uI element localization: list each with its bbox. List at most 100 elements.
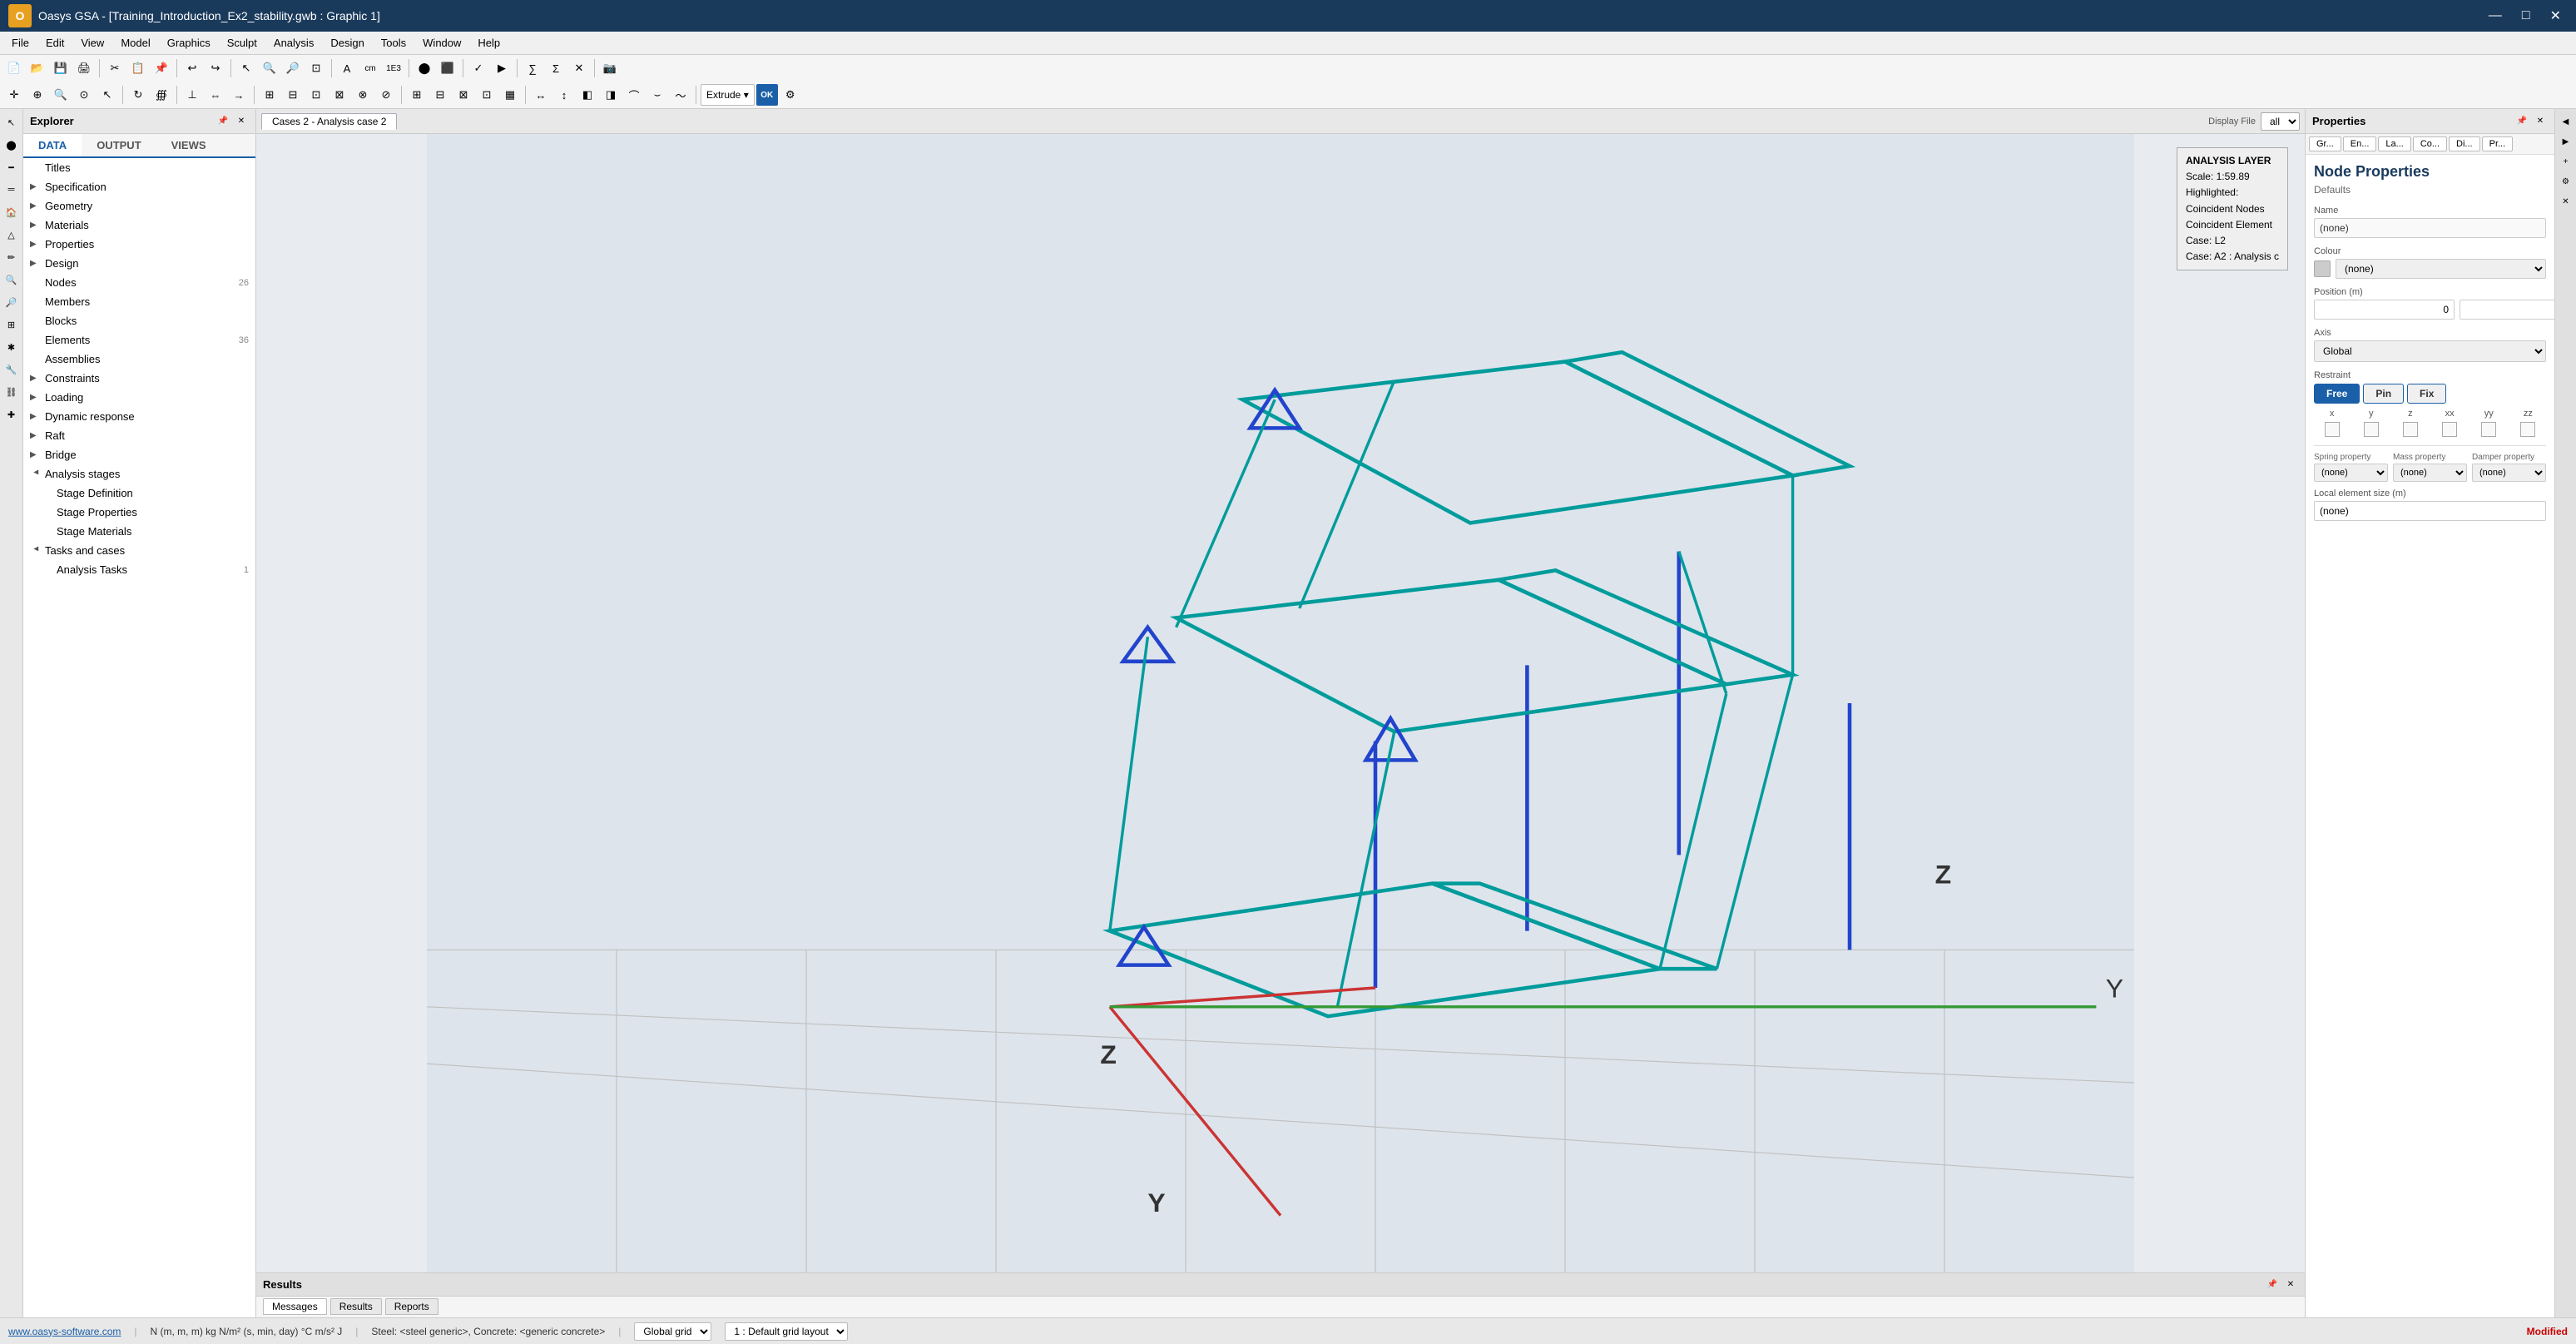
left-icon-wrench[interactable]: 🔧 xyxy=(2,360,22,379)
left-icon-grid[interactable]: ⊞ xyxy=(2,315,22,335)
left-icon-chain[interactable]: ⛓ xyxy=(2,382,22,402)
right-tab-1[interactable]: ◀ xyxy=(2557,112,2575,131)
left-icon-cross[interactable]: ✚ xyxy=(2,404,22,424)
tree-raft[interactable]: ▶ Raft xyxy=(23,426,255,445)
left-icon-zoom2[interactable]: 🔎 xyxy=(2,292,22,312)
name-input[interactable] xyxy=(2314,218,2546,238)
left-icon-select[interactable]: ↖ xyxy=(2,112,22,132)
tree-specification[interactable]: ▶ Specification xyxy=(23,177,255,196)
results-tab-reports[interactable]: Reports xyxy=(385,1298,438,1315)
tb2-display4[interactable]: ⊡ xyxy=(476,84,498,106)
cb-y[interactable] xyxy=(2364,422,2379,437)
tb-new[interactable]: 📄 xyxy=(3,57,25,79)
tb-zoom-out[interactable]: 🔎 xyxy=(282,57,304,79)
tree-geometry[interactable]: ▶ Geometry xyxy=(23,196,255,216)
results-close[interactable]: ✕ xyxy=(2283,1277,2298,1292)
props-tb-co[interactable]: Co... xyxy=(2413,136,2447,151)
colour-select[interactable]: (none) xyxy=(2336,259,2546,279)
tb2-3dview2[interactable]: ◨ xyxy=(600,84,622,106)
explorer-close[interactable]: ✕ xyxy=(234,114,249,129)
tb-save[interactable]: 💾 xyxy=(50,57,72,79)
results-tab-results[interactable]: Results xyxy=(330,1298,382,1315)
tree-nodes[interactable]: Nodes 26 xyxy=(23,273,255,292)
minimize-button[interactable]: — xyxy=(2482,6,2509,26)
tree-analysis-tasks[interactable]: Analysis Tasks 1 xyxy=(23,560,255,579)
menu-graphics[interactable]: Graphics xyxy=(159,34,219,52)
left-icon-node[interactable]: ⬤ xyxy=(2,135,22,155)
tree-tasks-and-cases[interactable]: ▼ Tasks and cases xyxy=(23,541,255,560)
tb-cut[interactable]: ✂ xyxy=(104,57,126,79)
spring-select[interactable]: (none) xyxy=(2314,464,2388,482)
tb2-display3[interactable]: ⊠ xyxy=(453,84,474,106)
cb-x[interactable] xyxy=(2325,422,2340,437)
props-close[interactable]: ✕ xyxy=(2533,114,2548,129)
tb2-rotate[interactable]: ↻ xyxy=(127,84,149,106)
props-tb-en[interactable]: En... xyxy=(2343,136,2377,151)
tb-run[interactable]: ▶ xyxy=(491,57,513,79)
menu-window[interactable]: Window xyxy=(414,34,469,52)
cb-yy[interactable] xyxy=(2481,422,2496,437)
tb2-3dview[interactable]: ◧ xyxy=(577,84,598,106)
local-size-input[interactable] xyxy=(2314,501,2546,521)
tb2-display5[interactable]: ▦ xyxy=(499,84,521,106)
mass-select[interactable]: (none) xyxy=(2393,464,2467,482)
menu-model[interactable]: Model xyxy=(112,34,158,52)
tb-elements[interactable]: ⬛ xyxy=(437,57,458,79)
tb2-target[interactable]: ⊙ xyxy=(73,84,95,106)
tb2-ok[interactable]: OK xyxy=(756,84,778,106)
left-icon-pen[interactable]: ✏ xyxy=(2,247,22,267)
menu-file[interactable]: File xyxy=(3,34,37,52)
props-tb-di[interactable]: Di... xyxy=(2449,136,2480,151)
tb2-move3[interactable]: ↔ xyxy=(530,84,552,106)
position-y[interactable] xyxy=(2460,300,2554,320)
explorer-pin[interactable]: 📌 xyxy=(215,114,230,129)
tb2-snap2[interactable]: ⊠ xyxy=(329,84,350,106)
menu-design[interactable]: Design xyxy=(322,34,372,52)
tree-members[interactable]: Members xyxy=(23,292,255,311)
tab-output[interactable]: OUTPUT xyxy=(82,134,156,156)
tree-blocks[interactable]: Blocks xyxy=(23,311,255,330)
tb-camera[interactable]: 📷 xyxy=(599,57,621,79)
tb-nodes[interactable]: ⬤ xyxy=(414,57,435,79)
menu-tools[interactable]: Tools xyxy=(373,34,414,52)
tb2-extrude[interactable]: Extrude ▾ xyxy=(701,84,755,106)
tree-titles[interactable]: Titles xyxy=(23,158,255,177)
tree-dynamic-response[interactable]: ▶ Dynamic response xyxy=(23,407,255,426)
tb-1e3[interactable]: 1E3 xyxy=(383,57,404,79)
tree-elements[interactable]: Elements 36 xyxy=(23,330,255,350)
right-tab-3[interactable]: + xyxy=(2557,152,2575,171)
tb-open[interactable]: 📂 xyxy=(27,57,48,79)
cb-xx[interactable] xyxy=(2442,422,2457,437)
left-icon-beam[interactable]: ═ xyxy=(2,180,22,200)
tree-constraints[interactable]: ▶ Constraints xyxy=(23,369,255,388)
tb2-display1[interactable]: ⊞ xyxy=(406,84,428,106)
tb2-deform[interactable]: ⊘ xyxy=(375,84,397,106)
tb2-cursor[interactable]: ↖ xyxy=(97,84,118,106)
restraint-pin[interactable]: Pin xyxy=(2363,384,2404,404)
tree-bridge[interactable]: ▶ Bridge xyxy=(23,445,255,464)
tb2-bend[interactable]: ⌒ xyxy=(623,84,645,106)
results-tab-messages[interactable]: Messages xyxy=(263,1298,327,1315)
display-mode-select[interactable]: all xyxy=(2261,112,2300,131)
props-tb-gr[interactable]: Gr... xyxy=(2309,136,2341,151)
tree-materials[interactable]: ▶ Materials xyxy=(23,216,255,235)
results-pin[interactable]: 📌 xyxy=(2265,1277,2280,1292)
tree-stage-properties[interactable]: Stage Properties xyxy=(23,503,255,522)
tb-undo[interactable]: ↩ xyxy=(181,57,203,79)
tb2-axis[interactable]: ⊥ xyxy=(181,84,203,106)
props-pin[interactable]: 📌 xyxy=(2514,114,2529,129)
tb-check[interactable]: ✓ xyxy=(468,57,489,79)
left-icon-house[interactable]: 🏠 xyxy=(2,202,22,222)
menu-analysis[interactable]: Analysis xyxy=(265,34,322,52)
tree-analysis-stages[interactable]: ▼ Analysis stages xyxy=(23,464,255,484)
tb2-grid[interactable]: ⊟ xyxy=(282,84,304,106)
tb-cm[interactable]: cm xyxy=(359,57,381,79)
tb-sum[interactable]: ∑ xyxy=(522,57,543,79)
status-layout-select[interactable]: 1 : Default grid layout xyxy=(725,1322,848,1341)
maximize-button[interactable]: □ xyxy=(2515,6,2537,26)
tb2-3d[interactable]: ∰ xyxy=(151,84,172,106)
tb2-layers[interactable]: ⊞ xyxy=(259,84,280,106)
tb-zoom-fit[interactable]: ⊡ xyxy=(305,57,327,79)
right-tab-5[interactable]: ✕ xyxy=(2557,192,2575,211)
tb2-move2[interactable]: ⇔ xyxy=(205,84,226,106)
